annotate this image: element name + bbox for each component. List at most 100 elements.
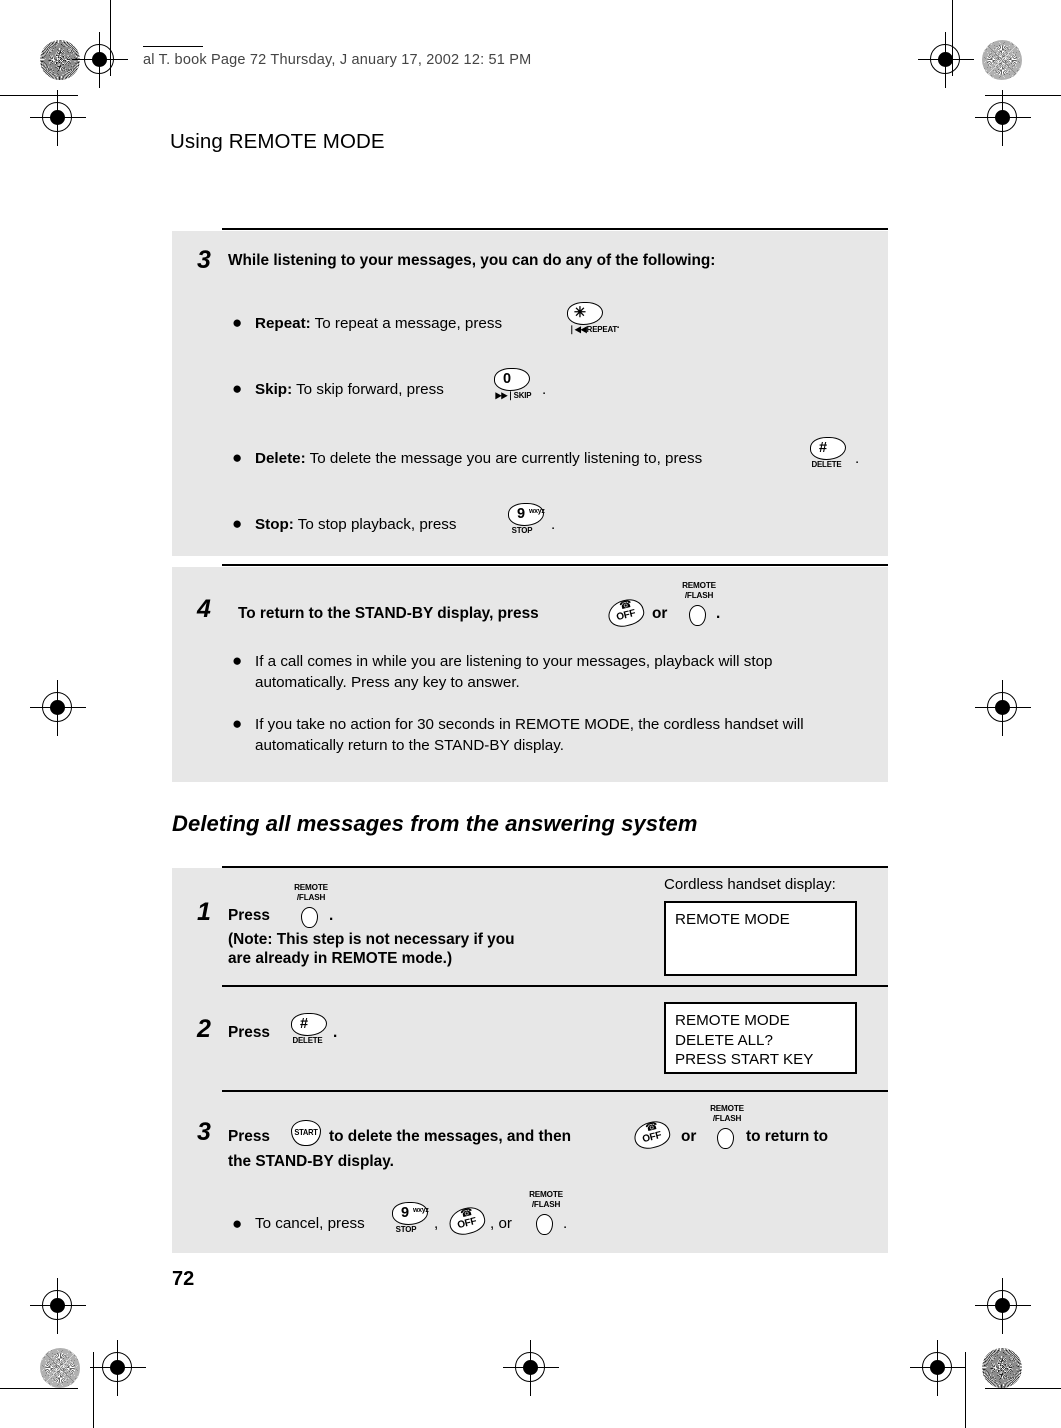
key-nine-stop[interactable]: 9 wxyz STOP [508,503,545,535]
registration-target-top-left [72,32,128,88]
registration-target-right-middle [975,680,1031,736]
zero-key-glyph: 0 [502,371,512,388]
delete-step3-text-or: or [681,1128,697,1145]
file-line-rule [143,46,203,48]
step3-item-tail-0: . [616,315,621,332]
registration-target-bottom-left [90,1340,146,1396]
key-off-step4[interactable]: ☎ OFF [605,596,647,630]
key-start-step3[interactable]: START [291,1120,321,1146]
delete-step3-text-d: the STAND-BY display. [228,1153,394,1170]
key-remote-flash-step1[interactable]: REMOTE/FLASH [294,882,328,928]
step3-item-1: Skip: To skip forward, press [255,379,444,400]
key-nine-stop-cancel[interactable]: 9 wxyz STOP [392,1202,429,1234]
remote-flash-caption-2: REMOTE/FLASH [710,1103,744,1123]
step3-bullet-marker-3: ● [232,514,243,533]
star-key-caption: ❘◀◀REPEAT [568,324,618,334]
key-hash-delete-step2[interactable]: # DELETE [291,1013,327,1045]
delete-all-rule-after-step1 [222,985,888,987]
key-remote-flash-step4[interactable]: REMOTE/FLASH [682,580,716,626]
hash-key-caption: DELETE [811,459,842,469]
registration-target-top-right [918,32,974,88]
step3-item-label-0: Repeat: [255,315,311,332]
hash-key-glyph: # [818,440,828,457]
step4-note-1: If you take no action for 30 seconds in … [255,716,804,754]
delete-step3-text-a: Press [228,1128,270,1145]
step3-item-text-0: To repeat a message, press [314,315,503,332]
step3-item-tail-3: . [551,516,556,533]
registration-target-right-upper [975,90,1031,146]
trim-mark-top-right-vertical [952,0,954,76]
start-key-label: START [294,1127,318,1137]
section-heading: Deleting all messages from the answering… [172,811,698,836]
key-remote-flash-cancel[interactable]: REMOTE/FLASH [529,1189,563,1235]
registration-target-bottom-right [910,1340,966,1396]
key-zero-skip[interactable]: 0 ▶▶❘SKIP [494,368,532,400]
step4-heading-tail: . [716,605,721,622]
key-remote-flash-step3[interactable]: REMOTE/FLASH [710,1103,744,1149]
delete-step3-cancel-comma2: , or [490,1215,512,1232]
registration-target-bottom-center [503,1340,559,1396]
nine-key-caption-2: STOP [395,1224,417,1234]
lcd-display-step2: REMOTE MODE DELETE ALL? PRESS START KEY [664,1002,857,1074]
step3-item-tail-1: . [542,381,547,398]
step4-heading-pre: To return to the STAND-BY display, press [238,605,539,622]
trim-mark-bottom-left-vertical [93,1352,95,1428]
step3-item-label-2: Delete: [255,450,306,467]
step4-note-0: If a call comes in while you are listeni… [255,653,773,691]
trim-mark-lower-left-horizontal [0,1388,78,1390]
star-key-glyph: ✳ [573,305,587,322]
delete-step3-number: 3 [197,1118,211,1146]
delete-step3-text-c: to return to [746,1128,829,1145]
delete-step3-cancel-comma1: , [434,1215,439,1232]
step3-item-label-3: Stop: [255,516,294,533]
remote-flash-caption-1: REMOTE/FLASH [294,882,328,902]
page-number: 72 [172,1268,195,1290]
delete-step1-press-label: Press [228,907,270,924]
delete-step2-number: 2 [197,1015,211,1043]
registration-target-left-middle [30,680,86,736]
file-path-header: al T. book Page 72 Thursday, J anuary 17… [143,52,532,68]
step3-number: 3 [197,246,211,274]
step3-item-3: Stop: To stop playback, press [255,514,456,535]
lcd-caption: Cordless handset display: [664,876,836,893]
nine-key-caption: STOP [511,525,533,535]
step3-item-tail-2: . [855,450,860,467]
delete-step2-press-label: Press [228,1024,270,1041]
nine-key-letters: wxyz [529,508,545,515]
registration-burst-top-right [982,40,1022,80]
lcd-line: PRESS START KEY [675,1051,814,1068]
delete-all-top-rule [222,866,888,868]
key-off-cancel[interactable]: ☎ OFF [446,1204,488,1238]
step4-note-marker-1: ● [232,714,243,733]
delete-step1-note-line1: (Note: This step is not necessary if you [228,931,515,948]
hash-key-caption-2: DELETE [292,1035,323,1045]
step3-item-text-3: To stop playback, press [297,516,457,533]
lcd-line: DELETE ALL? [675,1031,773,1049]
delete-step3-bullet-marker: ● [232,1214,243,1233]
step3-item-0: Repeat: To repeat a message, press [255,313,502,334]
step3-item-text-2: To delete the message you are currently … [309,450,703,467]
step4-heading-or: or [652,605,668,622]
remote-flash-caption: REMOTE/FLASH [682,580,716,600]
hash-key-glyph-2: # [299,1016,309,1033]
step4-number: 4 [197,595,211,623]
step4-note-marker-0: ● [232,651,243,670]
key-hash-delete[interactable]: # DELETE [810,437,846,469]
delete-step1-number: 1 [197,898,211,926]
key-star-repeat[interactable]: ✳ ❘◀◀REPEAT [567,302,617,334]
delete-all-rule-after-step2 [222,1090,888,1092]
delete-step1-note-line2: are already in REMOTE mode.) [228,950,453,967]
step3-bullet-marker-1: ● [232,379,243,398]
step3-heading: While listening to your messages, you ca… [228,252,716,269]
trim-mark-bottom-right-vertical [965,1352,967,1428]
registration-burst-bottom-right [982,1348,1022,1388]
key-off-step3[interactable]: ☎ OFF [631,1118,673,1152]
lcd-line: REMOTE MODE [675,911,790,928]
step4-top-rule [222,564,888,566]
delete-step3-text-b: to delete the messages, and then [329,1128,572,1145]
remote-flash-caption-3: REMOTE/FLASH [529,1189,563,1209]
delete-step3-cancel-pre: To cancel, press [255,1215,365,1232]
trim-mark-lower-right-horizontal [985,1388,1061,1390]
delete-step1-tail: . [329,907,334,924]
nine-key-letters-2: wxyz [413,1207,429,1214]
